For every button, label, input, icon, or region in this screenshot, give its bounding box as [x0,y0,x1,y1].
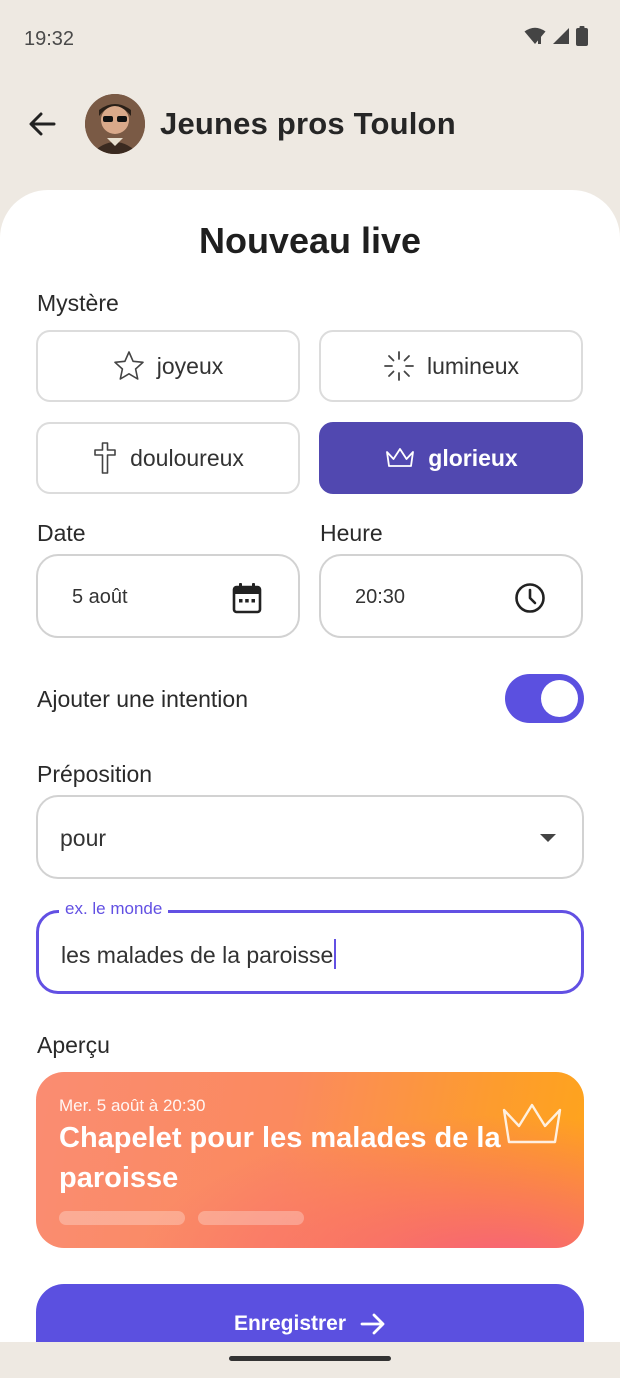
signal-icon [553,28,569,44]
app-header: Jeunes pros Toulon [0,86,620,162]
date-field[interactable]: 5 août [36,554,300,638]
intention-text: les malades de la paroisse [61,942,334,968]
intention-toggle-label: Ajouter une intention [37,686,248,712]
placeholder-pill [59,1211,185,1225]
preview-date: Mer. 5 août à 20:30 [59,1096,206,1115]
mystery-chip-lumineux[interactable]: lumineux [319,330,583,402]
crown-icon [386,448,415,467]
crown-icon [502,1103,562,1144]
back-button[interactable] [22,104,62,144]
date-value: 5 août [72,586,128,608]
new-live-sheet: Nouveau live Mystère joyeux lumineux dou… [0,190,620,1364]
star-icon [113,351,144,380]
mystery-label: Mystère [37,290,119,316]
chip-label: douloureux [130,444,244,471]
calendar-icon[interactable] [232,582,262,614]
clock-icon[interactable] [514,582,546,614]
arrow-back-icon [29,112,56,136]
intention-input[interactable]: ex. le monde les malades de la paroisse [36,899,584,994]
chip-label: lumineux [426,352,520,379]
sheet-title: Nouveau live [198,220,422,261]
intention-input-value: les malades de la paroisse [61,939,337,969]
status-bar: 19:32 [0,0,620,78]
home-indicator[interactable] [229,1356,391,1361]
time-field[interactable]: 20:30 [319,554,583,638]
placeholder-pill [198,1211,304,1225]
avatar-image [85,94,145,154]
preview-card: Mer. 5 août à 20:30 Chapelet pour les ma… [36,1072,584,1248]
dropdown-arrow-icon [540,834,556,842]
wifi-icon [524,27,546,44]
text-cursor [334,939,337,969]
status-time: 19:32 [24,28,75,50]
preposition-label: Préposition [37,761,153,787]
preview-title: Chapelet pour les malades de la paroisse [59,1122,501,1194]
chip-label: joyeux [156,352,224,379]
preposition-value: pour [60,825,107,851]
chip-label: glorieux [428,444,518,471]
status-icons [524,26,588,46]
light-icon [384,351,414,381]
arrow-forward-icon [360,1313,385,1335]
intention-toggle[interactable] [505,674,584,723]
preposition-select[interactable]: pour [36,795,584,879]
time-value: 20:30 [355,586,406,608]
mystery-chip-douloureux[interactable]: douloureux [36,422,300,494]
intention-input-label: ex. le monde [59,899,169,919]
mystery-chip-joyeux[interactable]: joyeux [36,330,300,402]
group-avatar [85,94,145,154]
mystery-chip-glorieux[interactable]: glorieux [319,422,583,494]
preview-label: Aperçu [37,1032,110,1058]
group-title: Jeunes pros Toulon [160,106,456,141]
date-label: Date [37,520,86,546]
battery-icon [576,26,588,46]
toggle-knob [541,680,578,717]
cross-icon [94,442,116,474]
time-label: Heure [320,520,383,546]
